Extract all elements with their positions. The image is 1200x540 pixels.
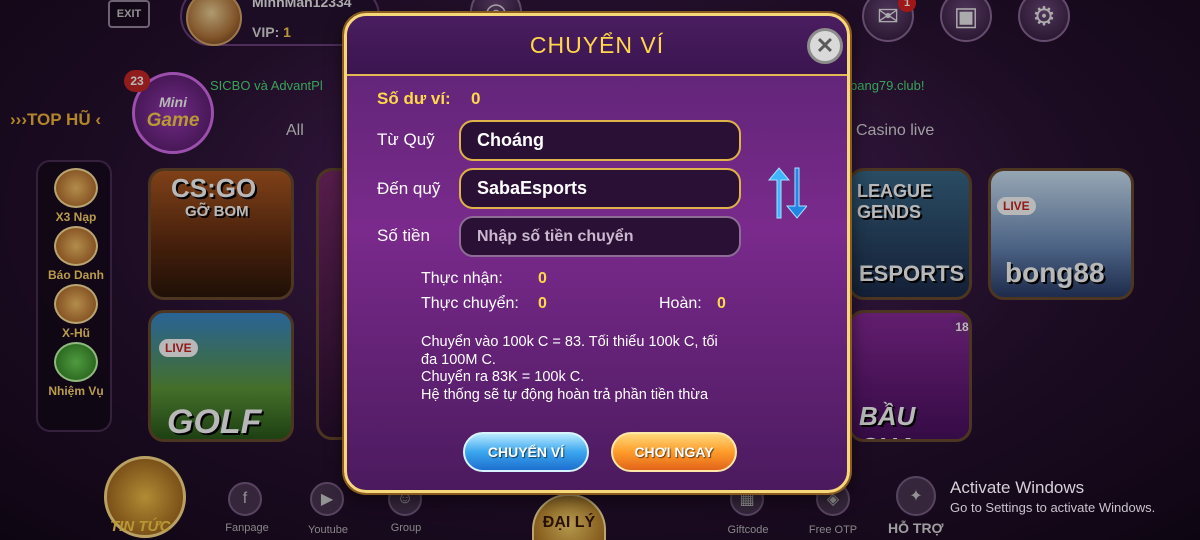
close-icon: ✕ — [815, 33, 835, 58]
balance-label: Số dư ví: — [377, 89, 451, 108]
close-button[interactable]: ✕ — [807, 28, 843, 64]
wallet-transfer-dialog: CHUYỂN VÍ ✕ Số dư ví: 0 Từ Quỹ Choáng Đế… — [344, 13, 850, 493]
transferred-value: 0 — [538, 295, 547, 312]
note-line: Chuyển vào 100k C = 83. Tối thiểu 100k C… — [421, 334, 718, 350]
play-now-button[interactable]: CHƠI NGAY — [611, 432, 737, 472]
received-value: 0 — [538, 270, 547, 287]
to-fund-label: Đến quỹ — [377, 179, 441, 198]
transfer-info-note: Chuyển vào 100k C = 83. Tối thiểu 100k C… — [421, 334, 761, 404]
from-fund-label: Từ Quỹ — [377, 130, 435, 149]
note-line: Hệ thống sẽ tự động hoàn trả phần tiền t… — [421, 386, 709, 403]
amount-label: Số tiền — [377, 226, 430, 245]
received-label: Thực nhận: — [421, 270, 503, 287]
note-line: đa 100M C. — [421, 351, 496, 368]
transferred-label: Thực chuyển: — [421, 295, 519, 312]
from-fund-select[interactable]: Choáng — [459, 120, 741, 161]
refund-value: 0 — [717, 295, 726, 312]
activate-windows-title: Activate Windows — [950, 478, 1085, 497]
amount-input[interactable] — [459, 216, 741, 257]
refund-label: Hoàn: — [659, 295, 702, 312]
activate-windows-subtitle: Go to Settings to activate Windows. — [950, 500, 1156, 515]
balance-value: 0 — [471, 89, 481, 108]
transfer-wallet-button[interactable]: CHUYỂN VÍ — [463, 432, 589, 472]
note-line: Chuyển ra 83K = 100k C. — [421, 369, 585, 385]
to-fund-select[interactable]: SabaEsports — [459, 168, 741, 209]
swap-arrows-icon[interactable] — [763, 166, 807, 220]
dialog-title: CHUYỂN VÍ — [529, 32, 665, 58]
